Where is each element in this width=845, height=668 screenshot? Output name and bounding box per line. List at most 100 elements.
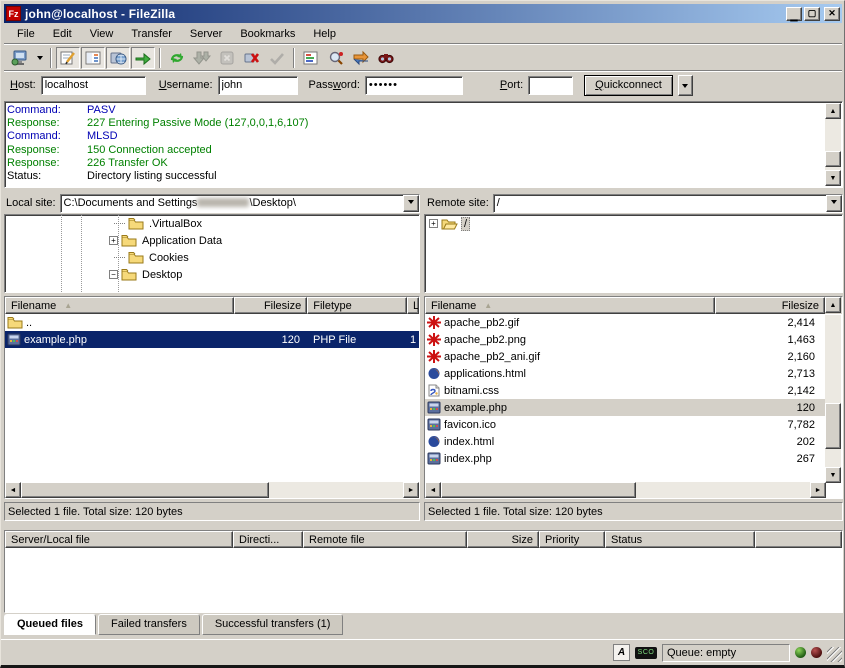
scroll-left-button[interactable]: ◄ bbox=[425, 482, 441, 498]
scroll-left-button[interactable]: ◄ bbox=[5, 482, 21, 498]
menu-help[interactable]: Help bbox=[304, 26, 345, 42]
host-input[interactable] bbox=[41, 76, 146, 95]
log-line: Response:226 Transfer OK bbox=[7, 156, 824, 169]
close-button[interactable]: ✕ bbox=[824, 7, 840, 21]
collapse-minus-icon[interactable]: − bbox=[109, 270, 118, 279]
site-manager-button[interactable] bbox=[8, 47, 32, 69]
maximize-button[interactable]: ▢ bbox=[804, 7, 820, 21]
ico-file-icon bbox=[427, 418, 441, 431]
toggle-remote-treeview-button[interactable] bbox=[106, 47, 130, 69]
file-row[interactable]: apache_pb2.png 1,463 bbox=[425, 331, 826, 348]
refresh-button[interactable] bbox=[165, 47, 189, 69]
cancel-operation-button[interactable] bbox=[215, 47, 239, 69]
remote-root-label[interactable]: / bbox=[461, 217, 470, 231]
scroll-down-button[interactable]: ▼ bbox=[825, 467, 841, 483]
combo-dropdown-button[interactable] bbox=[403, 195, 419, 212]
username-label: Username: bbox=[159, 79, 213, 91]
file-row[interactable]: apache_pb2_ani.gif 2,160 bbox=[425, 348, 826, 365]
log-line: Response:227 Entering Passive Mode (127,… bbox=[7, 116, 824, 129]
column-header-filesize[interactable]: Filesize bbox=[715, 297, 825, 314]
file-row-example-php[interactable]: example.php 120 PHP File 1 bbox=[5, 331, 419, 348]
file-row[interactable]: apache_pb2.gif 2,414 bbox=[425, 314, 826, 331]
local-site-combo[interactable]: C:\Documents and Settings\Desktop\ bbox=[60, 194, 420, 213]
transfer-type-ascii-icon[interactable]: A bbox=[613, 644, 630, 661]
remote-horizontal-scrollbar[interactable]: ◄ ► bbox=[425, 482, 826, 498]
combo-dropdown-button[interactable] bbox=[826, 195, 842, 212]
site-manager-dropdown-button[interactable] bbox=[33, 47, 46, 69]
tree-item-root[interactable]: + / bbox=[425, 215, 842, 232]
scroll-thumb[interactable] bbox=[441, 482, 636, 498]
local-horizontal-scrollbar[interactable]: ◄ ► bbox=[5, 482, 419, 498]
menu-view[interactable]: View bbox=[81, 26, 123, 42]
menu-file[interactable]: File bbox=[8, 26, 44, 42]
column-header-server-local-file[interactable]: Server/Local file bbox=[5, 531, 233, 548]
directory-filters-button[interactable] bbox=[299, 47, 323, 69]
tree-item-cookies[interactable]: Cookies bbox=[5, 249, 419, 266]
column-header-lastmodified[interactable]: L bbox=[407, 297, 419, 314]
column-header-filename[interactable]: Filename▲ bbox=[425, 297, 715, 314]
file-row-example-php[interactable]: example.php 120 bbox=[425, 399, 826, 416]
column-header-filename[interactable]: Filename▲ bbox=[5, 297, 234, 314]
scroll-down-button[interactable]: ▼ bbox=[825, 170, 841, 186]
scroll-right-button[interactable]: ► bbox=[403, 482, 419, 498]
file-row[interactable]: favicon.ico 7,782 bbox=[425, 416, 826, 433]
quickconnect-dropdown-button[interactable] bbox=[678, 75, 693, 96]
column-header-filesize[interactable]: Filesize bbox=[234, 297, 307, 314]
quickconnect-button[interactable]: Quickconnect bbox=[584, 75, 673, 96]
log-vertical-scrollbar[interactable]: ▲ ▼ bbox=[825, 103, 841, 186]
file-row-parent-dir[interactable]: .. bbox=[5, 314, 419, 331]
resize-grip[interactable] bbox=[827, 647, 842, 662]
disconnect-button[interactable] bbox=[240, 47, 264, 69]
local-site-row: Local site: C:\Documents and Settings\De… bbox=[6, 193, 420, 213]
toggle-message-log-button[interactable] bbox=[56, 47, 80, 69]
expand-plus-icon[interactable]: + bbox=[109, 236, 118, 245]
directory-comparison-button[interactable] bbox=[324, 47, 348, 69]
toggle-transfer-queue-button[interactable] bbox=[131, 47, 155, 69]
file-row[interactable]: applications.html 2,713 bbox=[425, 365, 826, 382]
port-input[interactable] bbox=[528, 76, 573, 95]
username-input[interactable] bbox=[218, 76, 298, 95]
scroll-thumb[interactable] bbox=[825, 151, 841, 167]
column-header-priority[interactable]: Priority bbox=[539, 531, 605, 548]
column-header-remote-file[interactable]: Remote file bbox=[303, 531, 467, 548]
scroll-right-button[interactable]: ► bbox=[810, 482, 826, 498]
reconnect-button[interactable] bbox=[265, 47, 289, 69]
speedlimit-icon[interactable]: SCO bbox=[635, 647, 657, 659]
tree-item-virtualbox[interactable]: .VirtualBox bbox=[5, 215, 419, 232]
file-row[interactable]: index.php 267 bbox=[425, 450, 826, 467]
scroll-thumb[interactable] bbox=[825, 403, 841, 449]
find-files-button[interactable] bbox=[374, 47, 398, 69]
toggle-local-treeview-button[interactable] bbox=[81, 47, 105, 69]
scroll-up-button[interactable]: ▲ bbox=[825, 297, 841, 313]
css-file-icon bbox=[427, 384, 441, 397]
tree-item-application-data[interactable]: + Application Data bbox=[5, 232, 419, 249]
filezilla-app-icon: Fz bbox=[6, 6, 21, 21]
menu-server[interactable]: Server bbox=[181, 26, 231, 42]
tree-item-desktop[interactable]: − Desktop bbox=[5, 266, 419, 283]
tab-failed-transfers[interactable]: Failed transfers bbox=[98, 614, 200, 635]
scroll-up-button[interactable]: ▲ bbox=[825, 103, 841, 119]
column-header-direction[interactable]: Directi... bbox=[233, 531, 303, 548]
window-title: john@localhost - FileZilla bbox=[25, 7, 175, 21]
tab-queued-files[interactable]: Queued files bbox=[4, 614, 96, 635]
synchronized-browsing-button[interactable] bbox=[349, 47, 373, 69]
remote-vertical-scrollbar[interactable]: ▼ bbox=[825, 315, 841, 483]
expand-plus-icon[interactable]: + bbox=[429, 219, 438, 228]
file-row[interactable]: index.html 202 bbox=[425, 433, 826, 450]
column-header-filetype[interactable]: Filetype bbox=[307, 297, 407, 314]
status-bar: A SCO Queue: empty bbox=[1, 639, 845, 665]
remote-site-combo[interactable]: / bbox=[493, 194, 843, 213]
tab-successful-transfers[interactable]: Successful transfers (1) bbox=[202, 614, 344, 635]
scroll-thumb[interactable] bbox=[21, 482, 269, 498]
menu-bookmarks[interactable]: Bookmarks bbox=[231, 26, 304, 42]
column-header-status[interactable]: Status bbox=[605, 531, 755, 548]
menu-edit[interactable]: Edit bbox=[44, 26, 81, 42]
password-input[interactable] bbox=[365, 76, 463, 95]
minimize-button[interactable]: ▁ bbox=[786, 7, 802, 21]
folder-icon bbox=[121, 268, 137, 281]
menu-bar: File Edit View Transfer Server Bookmarks… bbox=[4, 24, 842, 43]
menu-transfer[interactable]: Transfer bbox=[122, 26, 181, 42]
process-queue-button[interactable] bbox=[190, 47, 214, 69]
column-header-size[interactable]: Size bbox=[467, 531, 539, 548]
file-row[interactable]: bitnami.css 2,142 bbox=[425, 382, 826, 399]
